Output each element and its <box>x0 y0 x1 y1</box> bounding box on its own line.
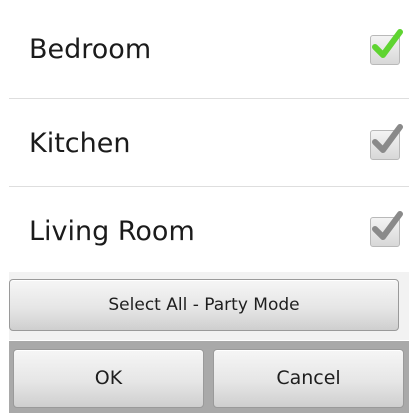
checkbox-bedroom[interactable] <box>370 29 403 65</box>
check-mark-icon <box>372 29 403 58</box>
select-all-party-mode-button[interactable]: Select All - Party Mode <box>9 279 399 331</box>
room-label: Kitchen <box>29 128 131 159</box>
checkbox-living-room[interactable] <box>370 211 403 247</box>
ok-button[interactable]: OK <box>13 349 204 408</box>
list-item-living-room[interactable]: Living Room <box>9 187 409 277</box>
room-label: Bedroom <box>29 34 152 65</box>
check-mark-icon <box>372 211 403 240</box>
checkbox-kitchen[interactable] <box>370 124 403 160</box>
room-label: Living Room <box>29 216 195 247</box>
list-item-bedroom[interactable]: Bedroom <box>9 5 409 95</box>
room-select-dialog: Bedroom Kitchen Living Room Select All -… <box>0 0 409 413</box>
cancel-button[interactable]: Cancel <box>213 349 404 408</box>
check-mark-icon <box>372 124 403 153</box>
list-item-kitchen[interactable]: Kitchen <box>9 99 409 189</box>
